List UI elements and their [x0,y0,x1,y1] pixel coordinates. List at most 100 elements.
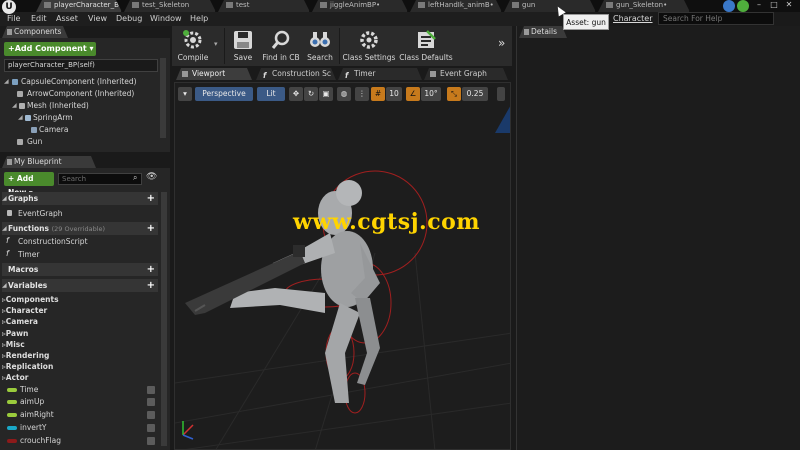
doc-tab-gun-skeleton[interactable]: gun_Skeleton• [598,0,690,12]
viewport-3d[interactable]: ▾ Perspective Lit ✥ ↻ ▣ ◍ ⋮ # 10 ∠ 10° ⤡… [174,82,511,450]
variable-item-time[interactable]: Time [20,384,38,395]
toolbar-overflow-icon[interactable]: » [498,36,505,50]
search-button[interactable]: Search [304,28,336,64]
tree-item-arrow[interactable]: ArrowComponent (Inherited) [27,88,134,99]
close-icon[interactable]: ✕ [782,0,796,10]
save-button[interactable]: Save [228,28,258,64]
add-graph-icon[interactable]: + [147,192,155,205]
lit-view-mode-button[interactable]: Lit [257,87,285,101]
viewport-maximize-icon[interactable] [497,87,505,101]
doc-tab-gun[interactable]: gun [504,0,596,12]
variable-category-replication[interactable]: ▹Replication [2,361,53,372]
translate-mode-icon[interactable]: ✥ [289,87,303,101]
compile-options-chevron-icon[interactable]: ▾ [214,40,218,48]
components-scrollbar[interactable] [160,58,166,138]
tree-item-gun[interactable]: Gun [27,136,42,147]
add-new-button[interactable]: + Add New ▾ [4,172,54,197]
scale-snap-value[interactable]: 0.25 [462,87,488,101]
tree-item-camera[interactable]: Camera [39,124,68,135]
function-item-constructionscript[interactable]: ConstructionScript [18,236,88,247]
details-tab[interactable]: Details [519,26,567,38]
tab-construction-script[interactable]: f Construction Sc [256,68,336,80]
doc-tab-playercharacter-bp[interactable]: playerCharacter_BP [36,0,122,12]
variable-category-rendering[interactable]: ▹Rendering [2,350,49,361]
graphs-section-header[interactable]: ◢ Graphs + [2,192,158,205]
eye-view-options-icon[interactable]: 👁 [146,172,157,182]
variable-item-aimup[interactable]: aimUp [20,396,44,407]
world-local-icon[interactable]: ◍ [337,87,351,101]
menu-window[interactable]: Window [150,13,182,25]
menu-file[interactable]: File [7,13,20,25]
rotation-snap-icon[interactable]: ∠ [406,87,420,101]
expander-icon[interactable]: ◢ [12,102,17,109]
tree-item-springarm[interactable]: SpringArm [33,112,73,123]
tree-item-capsule[interactable]: CapsuleComponent (Inherited) [21,76,137,87]
functions-section-header[interactable]: ◢ Functions (29 Overridable) + [2,222,158,235]
component-self-row[interactable]: playerCharacter_BP(self) [4,59,158,72]
menu-edit[interactable]: Edit [31,13,47,25]
parent-class-link[interactable]: Character [613,12,656,26]
variable-category-actor[interactable]: ▹Actor [2,372,28,383]
add-function-icon[interactable]: + [147,222,155,235]
unreal-logo-icon[interactable]: U [2,0,16,14]
tree-item-mesh[interactable]: Mesh (Inherited) [27,100,89,111]
scale-mode-icon[interactable]: ▣ [319,87,333,101]
expander-icon[interactable]: ◢ [2,222,7,235]
variable-category-components[interactable]: ▹Components [2,294,59,305]
scale-snap-icon[interactable]: ⤡ [447,87,461,101]
doc-tab-test-skeleton[interactable]: test_Skeleton [124,0,216,12]
variable-category-pawn[interactable]: ▹Pawn [2,328,28,339]
variable-item-aimright[interactable]: aimRight [20,409,54,420]
minimize-icon[interactable]: – [752,0,766,10]
notification-icon[interactable] [723,0,735,12]
class-defaults-button[interactable]: Class Defaults [398,28,454,64]
source-control-icon[interactable] [737,0,749,12]
variable-item-crouchflag[interactable]: crouchFlag [20,435,61,446]
graph-item-eventgraph[interactable]: EventGraph [18,208,63,219]
tab-timer[interactable]: f Timer [338,68,422,80]
menu-asset[interactable]: Asset [56,13,78,25]
visibility-eye-icon[interactable] [147,411,155,419]
perspective-button[interactable]: Perspective [195,87,253,101]
visibility-eye-icon[interactable] [147,424,155,432]
menu-help[interactable]: Help [190,13,208,25]
compile-button[interactable]: Compile [176,28,210,64]
visibility-eye-icon[interactable] [147,386,155,394]
blueprint-search-input[interactable]: Search [58,173,142,185]
menu-debug[interactable]: Debug [116,13,142,25]
function-item-timer[interactable]: Timer [18,249,39,260]
visibility-eye-icon[interactable] [147,437,155,445]
expander-icon[interactable]: ◢ [2,279,7,292]
add-component-button[interactable]: +Add Component ▾ [4,42,96,56]
expander-icon[interactable]: ◢ [4,78,9,85]
add-macro-icon[interactable]: + [147,263,155,276]
rotate-mode-icon[interactable]: ↻ [304,87,318,101]
components-tab[interactable]: Components [2,26,68,38]
surface-snap-icon[interactable]: ⋮ [355,87,369,101]
expander-icon[interactable]: ◢ [2,192,7,205]
help-search-input[interactable]: Search For Help [658,12,774,25]
variable-category-camera[interactable]: ▹Camera [2,316,38,327]
visibility-eye-icon[interactable] [147,398,155,406]
blueprint-scrollbar[interactable] [161,192,167,446]
maximize-icon[interactable]: □ [767,0,781,10]
variable-category-character[interactable]: ▹Character [2,305,47,316]
variable-item-inverty[interactable]: invertY [20,422,47,433]
macros-section-header[interactable]: Macros + [2,263,158,276]
class-settings-button[interactable]: Class Settings [342,28,396,64]
my-blueprint-tab[interactable]: My Blueprint [2,156,96,168]
viewport-options-button[interactable]: ▾ [178,87,192,101]
grid-snap-value[interactable]: 10 [386,87,402,101]
menu-view[interactable]: View [88,13,107,25]
grid-snap-icon[interactable]: # [371,87,385,101]
find-in-content-browser-button[interactable]: Find in CB [260,28,302,64]
tab-viewport[interactable]: Viewport [176,68,252,80]
rotation-snap-value[interactable]: 10° [421,87,441,101]
doc-tab-test[interactable]: test [218,0,310,12]
variable-category-misc[interactable]: ▹Misc [2,339,25,350]
expander-icon[interactable]: ◢ [18,114,23,121]
doc-tab-jiggleanimbp[interactable]: jiggleAnimBP• [312,0,408,12]
tab-event-graph[interactable]: Event Graph [424,68,508,80]
variables-section-header[interactable]: ◢ Variables + [2,279,158,292]
add-variable-icon[interactable]: + [147,279,155,292]
